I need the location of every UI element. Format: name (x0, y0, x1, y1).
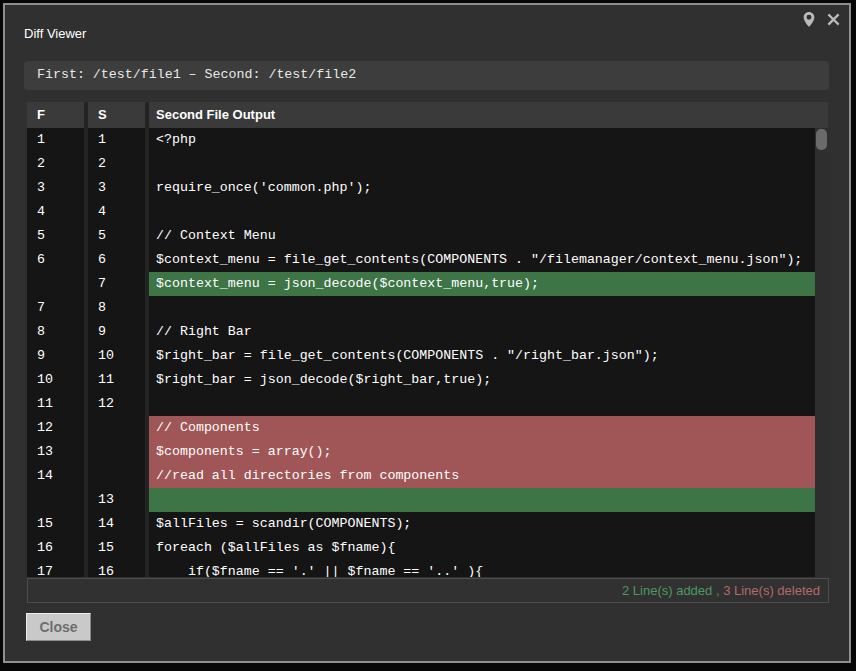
code-line (149, 488, 815, 512)
diff-row: 1514$allFiles = scandir(COMPONENTS); (27, 512, 815, 536)
line-number-second: 3 (88, 176, 145, 200)
diff-row: 55// Context Menu (27, 224, 815, 248)
diff-rows: 11<?php2233require_once('common.php');44… (27, 128, 815, 577)
code-line (149, 392, 815, 416)
line-number-first: 3 (27, 176, 84, 200)
location-pin-icon[interactable] (802, 11, 816, 28)
diff-row: 12 // Components (27, 416, 815, 440)
line-number-second: 9 (88, 320, 145, 344)
line-number-first: 16 (27, 536, 84, 560)
diff-row: 44 (27, 200, 815, 224)
status-separator: , (712, 583, 723, 598)
code-line (149, 200, 815, 224)
code-line: // Components (149, 416, 815, 440)
close-button[interactable]: Close (26, 613, 91, 641)
diff-row: 14 //read all directories from components (27, 464, 815, 488)
diff-row: 66$context_menu = file_get_contents(COMP… (27, 248, 815, 272)
lines-deleted-text: 3 Line(s) deleted (723, 583, 820, 598)
code-line: $context_menu = json_decode($context_men… (149, 272, 815, 296)
lines-added-text: 2 Line(s) added (622, 583, 712, 598)
diff-row: 22 (27, 152, 815, 176)
line-number-first: 15 (27, 512, 84, 536)
code-line (149, 152, 815, 176)
line-number-first: 2 (27, 152, 84, 176)
code-line: $right_bar = json_decode($right_bar,true… (149, 368, 815, 392)
code-line (149, 296, 815, 320)
line-number-second (88, 416, 145, 440)
diff-row: 13 $components = array(); (27, 440, 815, 464)
diff-table-header: F S Second File Output (27, 102, 828, 128)
line-number-second (88, 440, 145, 464)
line-number-second: 14 (88, 512, 145, 536)
code-line: $context_menu = file_get_contents(COMPON… (149, 248, 815, 272)
scrollbar-thumb[interactable] (816, 129, 827, 150)
diff-row: 7$context_menu = json_decode($context_me… (27, 272, 815, 296)
line-number-first: 14 (27, 464, 84, 488)
diff-row: 1112 (27, 392, 815, 416)
line-number-first: 4 (27, 200, 84, 224)
line-number-first: 5 (27, 224, 84, 248)
code-line: <?php (149, 128, 815, 152)
diff-row: 910$right_bar = file_get_contents(COMPON… (27, 344, 815, 368)
code-line: foreach ($allFiles as $fname){ (149, 536, 815, 560)
line-number-second: 4 (88, 200, 145, 224)
line-number-second: 7 (88, 272, 145, 296)
code-line: $allFiles = scandir(COMPONENTS); (149, 512, 815, 536)
diff-row: 13 (27, 488, 815, 512)
line-number-second: 10 (88, 344, 145, 368)
column-header-first: F (27, 102, 84, 128)
code-line: require_once('common.php'); (149, 176, 815, 200)
code-line: $components = array(); (149, 440, 815, 464)
line-number-first: 11 (27, 392, 84, 416)
window-controls (802, 11, 840, 28)
line-number-second (88, 464, 145, 488)
code-line: if($fname == '.' || $fname == '..' ){ (149, 560, 815, 577)
diff-row: 89// Right Bar (27, 320, 815, 344)
line-number-first: 17 (27, 560, 84, 577)
line-number-second: 12 (88, 392, 145, 416)
line-number-second: 6 (88, 248, 145, 272)
line-number-second: 13 (88, 488, 145, 512)
line-number-second: 16 (88, 560, 145, 577)
code-line: // Right Bar (149, 320, 815, 344)
line-number-second: 15 (88, 536, 145, 560)
diff-row: 11<?php (27, 128, 815, 152)
line-number-first: 7 (27, 296, 84, 320)
line-number-first: 6 (27, 248, 84, 272)
column-header-second: S (88, 102, 145, 128)
diff-status-bar: 2 Line(s) added , 3 Line(s) deleted (27, 578, 829, 603)
line-number-first: 10 (27, 368, 84, 392)
file-paths-bar: First: /test/file1 – Second: /test/file2 (24, 61, 829, 90)
diff-row: 1615foreach ($allFiles as $fname){ (27, 536, 815, 560)
diff-row: 33require_once('common.php'); (27, 176, 815, 200)
code-line: // Context Menu (149, 224, 815, 248)
line-number-second: 1 (88, 128, 145, 152)
scrollbar-track[interactable] (815, 128, 828, 577)
line-number-first: 8 (27, 320, 84, 344)
diff-table: F S Second File Output 11<?php2233requir… (27, 102, 828, 577)
column-header-output: Second File Output (149, 102, 828, 128)
line-number-first (27, 488, 84, 512)
diff-row: 1716 if($fname == '.' || $fname == '..' … (27, 560, 815, 577)
line-number-second: 2 (88, 152, 145, 176)
line-number-second: 5 (88, 224, 145, 248)
line-number-second: 8 (88, 296, 145, 320)
line-number-first: 1 (27, 128, 84, 152)
code-line: //read all directories from components (149, 464, 815, 488)
line-number-first: 9 (27, 344, 84, 368)
close-icon[interactable] (827, 13, 840, 26)
code-line: $right_bar = file_get_contents(COMPONENT… (149, 344, 815, 368)
line-number-second: 11 (88, 368, 145, 392)
diff-row: 78 (27, 296, 815, 320)
diff-row: 1011$right_bar = json_decode($right_bar,… (27, 368, 815, 392)
diff-table-body: 11<?php2233require_once('common.php');44… (27, 128, 828, 577)
diff-viewer-dialog: Diff Viewer First: /test/file1 – Second:… (3, 3, 851, 663)
line-number-first: 13 (27, 440, 84, 464)
line-number-first: 12 (27, 416, 84, 440)
line-number-first (27, 272, 84, 296)
dialog-title: Diff Viewer (24, 26, 86, 41)
